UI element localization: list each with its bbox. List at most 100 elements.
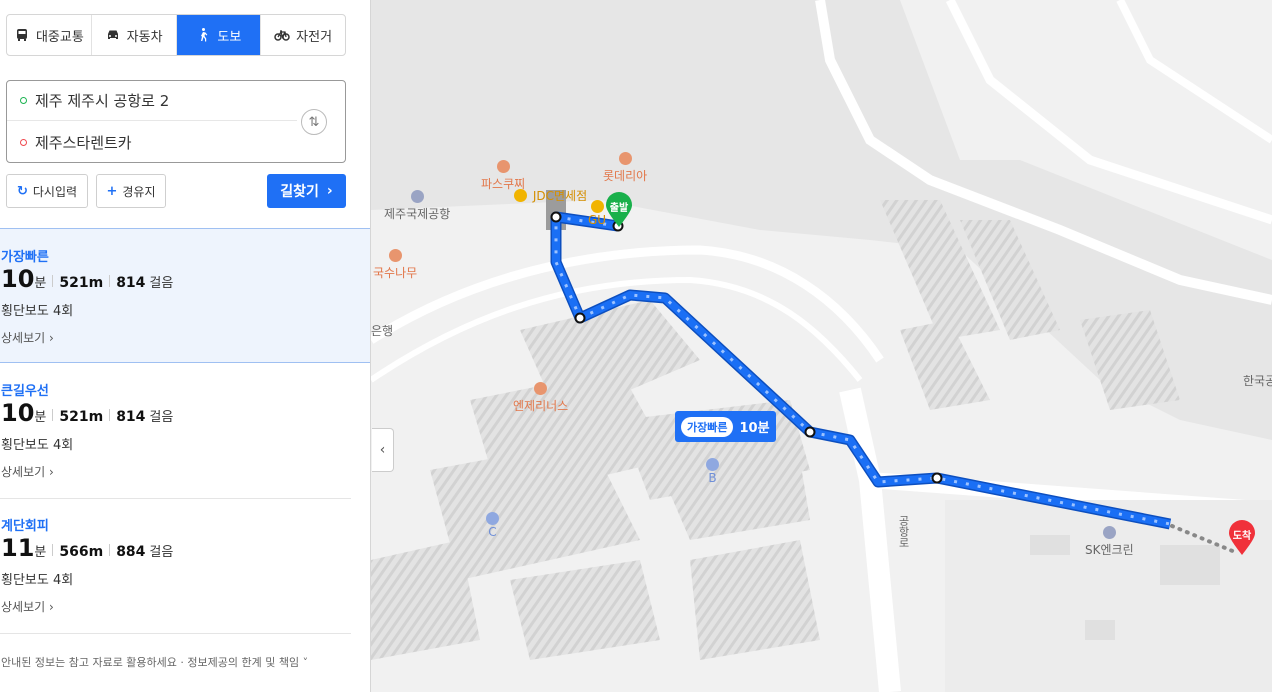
add-waypoint-button[interactable]: + 경유지	[96, 174, 166, 208]
poi-gu[interactable]: GU	[588, 200, 606, 227]
shopping-icon	[514, 189, 527, 202]
building	[1160, 545, 1220, 585]
option-detail-label: 상세보기	[1, 600, 46, 614]
cafe-icon	[496, 160, 510, 173]
cafe-icon	[534, 382, 548, 395]
poi-angel-label: 엔제리너스	[513, 399, 569, 413]
route-option-avoid-stairs[interactable]: 계단회피 11 분 566m 884 걸음 횡단보도 4회 상세보기 ›	[0, 498, 370, 633]
poi-lotteria[interactable]: 롯데리아	[603, 152, 647, 184]
divider	[109, 409, 111, 421]
option-detail-link[interactable]: 상세보기 ›	[1, 598, 54, 615]
badge-tag: 가장빠른	[681, 416, 734, 437]
tab-bicycle[interactable]: 자전거	[261, 15, 345, 55]
option-distance: 521m	[59, 409, 104, 425]
chevron-right-icon: ›	[326, 183, 333, 199]
swap-direction-button[interactable]: ⇅	[301, 109, 327, 135]
option-distance: 566m	[59, 544, 104, 560]
poi-korea[interactable]: 한국공	[1243, 372, 1272, 389]
origin-field[interactable]: 제주 제주시 공항로 2	[7, 81, 297, 121]
parking-c-label: C	[488, 525, 497, 539]
disclaimer-note[interactable]: 안내된 정보는 참고 자료로 활용하세요 · 정보제공의 한계 및 책임 ˅	[1, 654, 308, 670]
route-turn-point	[931, 472, 943, 484]
option-label: 가장빠른	[1, 250, 49, 265]
parking-c[interactable]: C	[486, 512, 499, 539]
end-marker[interactable]: 도착	[1228, 520, 1256, 556]
option-stats: 11 분 566m 884 걸음	[1, 534, 173, 562]
option-steps-unit: 걸음	[149, 276, 174, 291]
bus-icon	[16, 29, 27, 41]
swap-arrows-icon: ⇅	[308, 114, 320, 130]
refresh-icon: ↻	[16, 183, 28, 199]
option-detail-link[interactable]: 상세보기 ›	[1, 463, 54, 480]
option-stats: 10 분 521m 814 걸음	[1, 399, 173, 427]
tab-bicycle-label: 자전거	[296, 29, 333, 45]
collapse-panel-button[interactable]: ‹	[372, 428, 394, 472]
origin-dot-icon	[20, 97, 27, 104]
chevron-left-icon: ‹	[379, 442, 386, 458]
chevron-down-icon: ˅	[302, 656, 309, 669]
find-route-label: 길찾기	[280, 184, 319, 200]
tab-walk[interactable]: 도보	[176, 15, 262, 55]
walk-icon	[201, 28, 208, 42]
airplane-icon	[410, 190, 424, 203]
map-canvas[interactable]: 파스쿠찌 롯데리아 JDC면세점 GU 제주국제공항 국수나무 은행 엔제리너스…	[371, 0, 1272, 692]
poi-sk[interactable]: SK엔크린	[1085, 526, 1134, 558]
tab-transit[interactable]: 대중교통	[7, 15, 92, 55]
option-steps: 884	[116, 544, 146, 560]
car-icon	[107, 30, 118, 39]
origin-text: 제주 제주시 공항로 2	[35, 92, 170, 110]
poi-bank[interactable]: 은행	[371, 322, 393, 339]
option-minutes-unit: 분	[34, 410, 47, 425]
option-minutes-unit: 분	[34, 545, 47, 560]
destination-dot-icon	[20, 138, 27, 146]
option-crossings: 횡단보도 4회	[1, 573, 74, 588]
option-minutes-unit: 분	[34, 276, 47, 291]
tab-car[interactable]: 자동차	[92, 15, 177, 55]
chevron-right-icon: ›	[49, 465, 54, 479]
divider	[52, 544, 54, 556]
building	[1030, 535, 1070, 555]
route-option-fastest[interactable]: 가장빠른 10 분 521m 814 걸음 횡단보도 4회 상세보기 ›	[0, 228, 370, 363]
tab-transit-label: 대중교통	[35, 29, 84, 45]
reset-label: 다시입력	[32, 184, 78, 199]
route-input-box: 제주 제주시 공항로 2 제주스타렌트카 ⇅	[6, 80, 346, 163]
chevron-right-icon: ›	[49, 600, 54, 614]
reset-button[interactable]: ↻ 다시입력	[6, 174, 88, 208]
option-label: 계단회피	[1, 519, 49, 534]
option-crossings: 횡단보도 4회	[1, 438, 74, 453]
parking-b[interactable]: B	[706, 458, 719, 485]
start-marker[interactable]: 출발	[605, 192, 633, 228]
poi-bank-label: 은행	[371, 324, 394, 338]
destination-text: 제주스타렌트카	[35, 133, 132, 152]
option-crossings: 횡단보도 4회	[1, 304, 74, 319]
route-option-main-road[interactable]: 큰길우선 10 분 521m 814 걸음 횡단보도 4회 상세보기 ›	[0, 363, 370, 498]
map-base	[371, 0, 1272, 692]
poi-angel[interactable]: 엔제리너스	[513, 382, 568, 414]
end-label: 도착	[1232, 531, 1252, 542]
poi-gu-label: GU	[588, 213, 607, 227]
poi-airport[interactable]: 제주국제공항	[384, 190, 450, 222]
find-route-button[interactable]: 길찾기 ›	[267, 174, 346, 208]
route-time-badge[interactable]: 가장빠른 10분	[675, 411, 776, 442]
waypoint-label: 경유지	[122, 184, 156, 199]
poi-korea-label: 한국공	[1243, 374, 1272, 388]
option-minutes: 10	[1, 265, 35, 293]
badge-time: 10분	[739, 421, 770, 436]
transport-mode-tabs: 대중교통 자동차 도보 자전거	[6, 14, 346, 56]
divider	[0, 633, 351, 634]
poi-noodle-label: 국수나무	[373, 266, 418, 280]
poi-jdc-label: JDC면세점	[532, 189, 588, 203]
destination-field[interactable]: 제주스타렌트카	[7, 122, 307, 162]
option-detail-link[interactable]: 상세보기 ›	[1, 329, 54, 346]
parking-icon	[706, 458, 719, 471]
poi-noodle[interactable]: 국수나무	[373, 249, 417, 281]
poi-jdc[interactable]: JDC면세점	[514, 187, 587, 204]
poi-airport-label: 제주국제공항	[384, 207, 451, 221]
route-turn-point	[574, 312, 586, 324]
option-steps-unit: 걸음	[149, 545, 174, 560]
road-label: 공항로	[895, 515, 911, 548]
bicycle-icon	[274, 30, 290, 41]
option-minutes: 10	[1, 399, 35, 427]
option-stats: 10 분 521m 814 걸음	[1, 265, 173, 293]
restaurant-icon	[618, 152, 632, 165]
